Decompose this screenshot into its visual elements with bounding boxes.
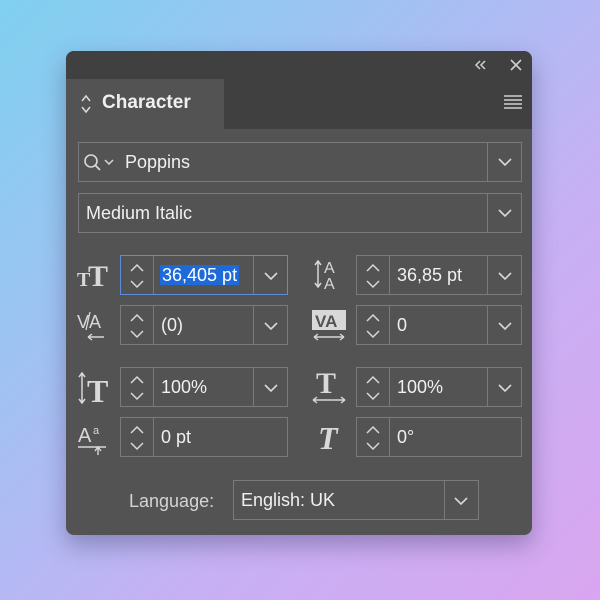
search-icon [84,154,114,171]
stepper-icon[interactable] [363,422,383,454]
chevron-down-icon[interactable] [263,320,279,332]
font-size-field[interactable]: 36,405 pt [120,255,288,295]
stepper-icon[interactable] [127,260,147,292]
leading-icon: A A [314,259,335,292]
stepper-icon[interactable] [363,310,383,342]
stepper-icon[interactable] [127,310,147,342]
language-label: Language: [129,491,215,511]
tab-label: Character [102,92,191,113]
language-dropdown[interactable]: English: UK [233,480,479,520]
svg-text:a: a [93,425,100,437]
stepper-icon[interactable] [127,372,147,404]
vertical-scale-icon: T [78,371,108,406]
baseline-shift-icon: A a [78,425,106,455]
kerning-field[interactable]: (0) [120,305,288,345]
language-value: English: UK [241,490,336,510]
stepper-icon[interactable] [127,422,147,454]
stepper-icon[interactable] [363,372,383,404]
baseline-shift-field[interactable]: 0 pt [120,417,288,457]
skew-icon: T [318,420,339,455]
panel-titlebar [66,51,532,79]
panel-tab-row: Character [66,79,532,129]
hamburger-menu-icon[interactable] [504,94,522,110]
svg-text:A: A [324,276,335,292]
svg-text:A: A [89,312,101,332]
tracking-value: 0 [397,315,408,335]
vertical-scale-field[interactable]: 100% [120,367,288,407]
baseline-shift-value: 0 pt [161,427,192,447]
horizontal-scale-field[interactable]: 100% [356,367,522,407]
close-icon[interactable] [506,55,526,75]
kerning-icon: V A [77,311,104,341]
chevron-down-icon[interactable] [263,382,279,394]
double-chevron-left-icon[interactable] [470,55,490,75]
horizontal-scale-icon: T [312,367,346,404]
chevron-down-icon[interactable] [453,495,469,507]
svg-text:A: A [78,425,92,447]
svg-text:T: T [87,373,108,406]
svg-text:A: A [324,260,335,277]
sort-arrows-icon [81,94,91,114]
tracking-icon: VA [312,310,346,341]
font-size-value[interactable]: 36,405 pt [160,265,240,285]
horizontal-scale-value: 100% [397,377,444,397]
skew-field[interactable]: 0° [356,417,522,457]
font-family-dropdown[interactable]: Poppins [78,142,522,182]
kerning-value: (0) [161,315,183,335]
vertical-scale-value: 100% [161,377,208,397]
chevron-down-icon[interactable] [497,320,513,332]
stepper-icon[interactable] [363,260,383,292]
leading-value: 36,85 pt [397,265,463,285]
svg-text:T: T [88,260,108,290]
chevron-down-icon[interactable] [497,156,513,168]
leading-field[interactable]: 36,85 pt [356,255,522,295]
chevron-down-icon[interactable] [497,207,513,219]
chevron-down-icon[interactable] [497,270,513,282]
tab-character[interactable]: Character [66,79,224,129]
svg-text:VA: VA [315,312,337,331]
character-panel: Character Poppins Medium Italic T T 36,4… [66,51,532,535]
chevron-down-icon[interactable] [263,270,279,282]
font-family-value: Poppins [125,152,191,172]
chevron-down-icon[interactable] [497,382,513,394]
skew-value: 0° [397,427,415,447]
font-style-dropdown[interactable]: Medium Italic [78,193,522,233]
tracking-field[interactable]: 0 [356,305,522,345]
svg-text:T: T [316,367,336,400]
font-style-value: Medium Italic [86,203,193,223]
font-size-icon: T T [77,260,108,290]
svg-text:T: T [318,420,339,455]
